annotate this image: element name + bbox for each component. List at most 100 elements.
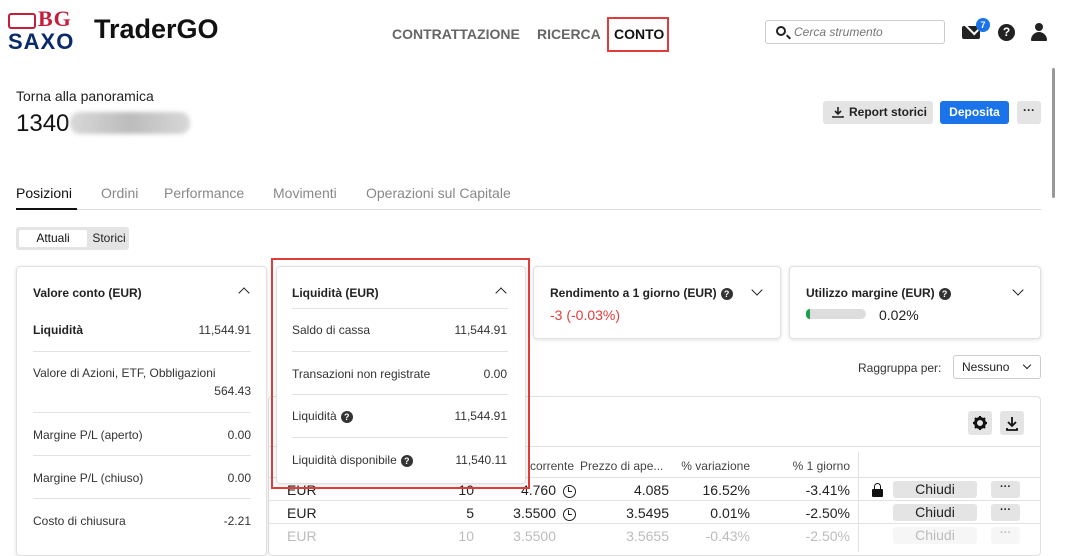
change-cell: 0.01% [710, 505, 750, 521]
day-change-cell: -2.50% [805, 505, 850, 521]
close-position-button[interactable]: Chiudi [893, 481, 977, 498]
tab-movimenti[interactable]: Movimenti [273, 185, 337, 201]
chevron-down-icon[interactable] [1012, 284, 1024, 296]
lock-icon [872, 483, 883, 497]
row-divider [33, 351, 251, 352]
daily-return-title: Rendimento a 1 giorno (EUR)? [550, 286, 733, 300]
col-header-day[interactable]: % 1 giorno [780, 459, 850, 473]
app-name: TraderGO [94, 14, 219, 44]
close-position-button[interactable]: Chiudi [893, 504, 977, 521]
margin-usage-title: Utilizzo margine (EUR)? [806, 286, 951, 300]
back-to-overview-link[interactable]: Torna alla panoramica [16, 88, 154, 104]
day-change-cell: -3.41% [805, 482, 850, 498]
help-icon[interactable]: ? [720, 287, 733, 300]
deposit-button[interactable]: Deposita [940, 101, 1009, 124]
row-value: 564.43 [214, 384, 251, 398]
account-number-redacted [70, 112, 190, 134]
active-tab-indicator [16, 208, 77, 210]
row-more-button[interactable]: ··· [991, 504, 1020, 521]
row-label: Margine P/L (chiuso) [33, 471, 144, 485]
tab-posizioni[interactable]: Posizioni [16, 185, 72, 201]
logo[interactable]: BG SAXO [8, 6, 85, 54]
historical-reports-label: Report storici [849, 105, 928, 119]
col-header-change[interactable]: % variazione [680, 459, 750, 473]
row-label: Liquidità [33, 323, 83, 337]
cash-card-highlight [271, 258, 530, 489]
tabs-divider [16, 209, 1041, 210]
toggle-attuali[interactable]: Attuali [19, 230, 87, 247]
row-divider [268, 500, 1041, 501]
margin-usage-bar [806, 309, 866, 319]
close-position-button[interactable]: Chiudi [893, 527, 977, 544]
table-column-divider [858, 452, 859, 552]
help-icon[interactable]: ? [938, 287, 951, 300]
margin-usage-title-text: Utilizzo margine (EUR) [806, 286, 935, 300]
day-change-cell: -2.50% [805, 528, 850, 544]
daily-return-title-text: Rendimento a 1 giorno (EUR) [550, 286, 717, 300]
toggle-storici[interactable]: Storici [92, 230, 126, 247]
clock-icon [563, 485, 576, 498]
help-icon[interactable]: ? [998, 24, 1015, 41]
download-icon [1006, 417, 1018, 431]
user-icon[interactable] [1031, 23, 1047, 41]
row-divider [33, 455, 251, 456]
row-label: Valore di Azioni, ETF, Obbligazioni [33, 366, 216, 380]
tab-ordini[interactable]: Ordini [101, 185, 138, 201]
open-price-cell: 3.5655 [626, 528, 669, 544]
account-number: 1340 [16, 110, 70, 137]
more-options-button[interactable]: ··· [1017, 101, 1041, 124]
open-price-cell: 3.5495 [626, 505, 669, 521]
group-by-select[interactable]: Nessuno [953, 355, 1041, 379]
daily-return-value: -3 (-0.03%) [550, 307, 621, 323]
export-button[interactable] [1000, 411, 1024, 435]
row-more-button[interactable]: ··· [991, 527, 1020, 544]
clock-icon [563, 508, 576, 521]
scrollbar[interactable] [1052, 68, 1055, 198]
download-icon [832, 107, 844, 118]
qty-cell: 10 [458, 528, 474, 544]
chevron-up-icon[interactable] [238, 287, 250, 299]
search-box[interactable] [765, 20, 945, 44]
margin-usage-bar-fill [806, 309, 810, 319]
row-value: -2.21 [223, 514, 251, 528]
currency-cell: EUR [287, 505, 317, 521]
row-label: Costo di chiusura [33, 514, 126, 528]
row-divider [268, 523, 1041, 524]
daily-return-card: Rendimento a 1 giorno (EUR)? -3 (-0.03%) [533, 266, 781, 339]
row-label: Margine P/L (aperto) [33, 428, 143, 442]
positions-toggle: Attuali Storici [16, 227, 129, 250]
group-by-value: Nessuno [962, 360, 1010, 374]
historical-reports-button[interactable]: Report storici [823, 101, 933, 124]
settings-button[interactable] [968, 411, 992, 435]
margin-usage-value: 0.02% [879, 307, 919, 323]
nav-conto-highlight [607, 17, 669, 52]
col-header-open-price[interactable]: Prezzo di ape... [580, 459, 669, 473]
row-value: 0.00 [227, 428, 251, 442]
logo-saxo-text: SAXO [8, 29, 75, 54]
change-cell: 16.52% [702, 482, 750, 498]
open-price-cell: 4.085 [633, 482, 669, 498]
account-value-title: Valore conto (EUR) [33, 286, 142, 300]
chevron-down-icon [1022, 360, 1032, 370]
margin-usage-card: Utilizzo margine (EUR)? 0.02% [789, 266, 1041, 339]
search-input[interactable] [794, 23, 939, 41]
tab-operazioni-capitale[interactable]: Operazioni sul Capitale [366, 185, 511, 201]
row-divider [33, 498, 251, 499]
chevron-down-icon[interactable] [751, 284, 763, 296]
nav-ricerca[interactable]: RICERCA [537, 26, 601, 42]
mail-badge: 7 [976, 18, 990, 32]
account-value-card: Valore conto (EUR) Liquidità 11,544.91 V… [16, 266, 267, 556]
group-by-label: Raggruppa per: [858, 361, 942, 375]
row-value: 0.00 [227, 471, 251, 485]
nav-contrattazione[interactable]: CONTRATTAZIONE [392, 26, 520, 42]
change-cell: -0.43% [705, 528, 750, 544]
currency-cell: EUR [287, 528, 317, 544]
row-divider [33, 412, 251, 413]
tab-performance[interactable]: Performance [164, 185, 244, 201]
row-more-button[interactable]: ··· [991, 481, 1020, 498]
price-cell: 3.5500 [513, 505, 556, 521]
price-cell: 3.5500 [513, 528, 556, 544]
gear-icon [973, 416, 987, 430]
search-icon [776, 26, 786, 36]
lion-crest-icon [8, 12, 36, 29]
